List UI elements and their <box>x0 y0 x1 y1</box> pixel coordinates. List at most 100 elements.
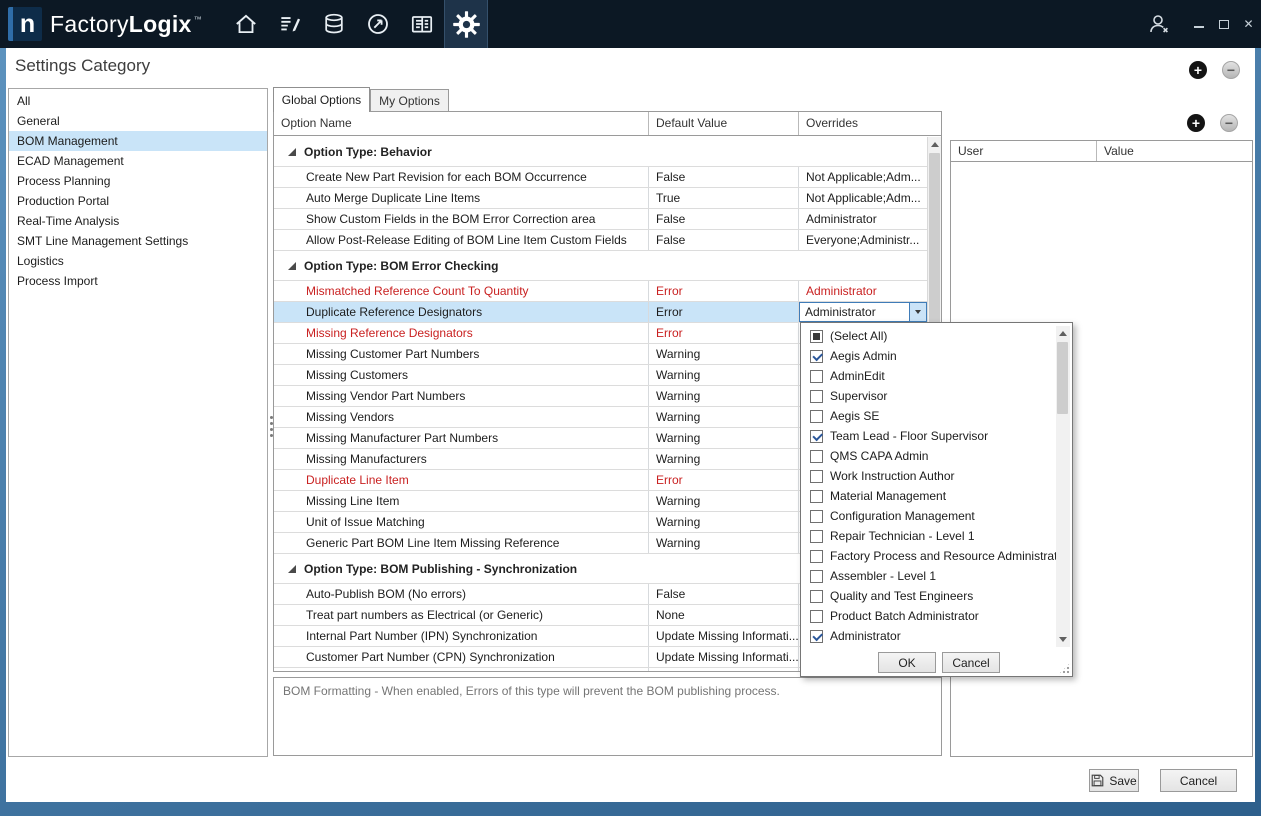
minimize-button[interactable] <box>1186 9 1211 39</box>
option-name-cell[interactable]: Missing Vendors <box>274 407 649 427</box>
dropdown-scrollbar[interactable] <box>1056 326 1070 647</box>
option-name-cell[interactable]: Generic Part BOM Line Item Missing Refer… <box>274 533 649 553</box>
option-name-cell[interactable]: Auto-Publish BOM (No errors) <box>274 584 649 604</box>
default-value-cell[interactable]: False <box>649 167 799 187</box>
checkbox-icon[interactable] <box>810 610 823 623</box>
checkbox-icon[interactable] <box>810 490 823 503</box>
option-row[interactable]: Create New Part Revision for each BOM Oc… <box>274 167 927 188</box>
column-header-default-value[interactable]: Default Value <box>649 112 799 135</box>
overrides-cell[interactable]: Everyone;Administr... <box>799 230 927 250</box>
default-value-cell[interactable]: Warning <box>649 491 799 511</box>
scroll-up-icon[interactable] <box>928 137 941 152</box>
collapse-triangle-icon[interactable] <box>288 148 296 156</box>
checkbox-icon[interactable] <box>810 590 823 603</box>
default-value-cell[interactable]: Warning <box>649 428 799 448</box>
right-panel-add-button[interactable]: + <box>1187 114 1205 132</box>
dropdown-item[interactable]: Work Instruction Author <box>801 466 1055 486</box>
default-value-cell[interactable]: Warning <box>649 533 799 553</box>
overrides-combobox[interactable]: Administrator <box>799 302 927 322</box>
overrides-cell[interactable]: Not Applicable;Adm... <box>799 188 927 208</box>
option-name-cell[interactable]: Missing Customer Part Numbers <box>274 344 649 364</box>
dropdown-item[interactable]: Assembler - Level 1 <box>801 566 1055 586</box>
checkbox-icon[interactable] <box>810 570 823 583</box>
default-value-cell[interactable]: False <box>649 584 799 604</box>
dropdown-item[interactable]: Administrator <box>801 626 1055 646</box>
sidebar-category-item[interactable]: ECAD Management <box>9 151 267 171</box>
option-name-cell[interactable]: Allow Post-Release Editing of BOM Line I… <box>274 230 649 250</box>
option-name-cell[interactable]: Mismatched Reference Count To Quantity <box>274 281 649 301</box>
sidebar-category-item[interactable]: Logistics <box>9 251 267 271</box>
default-value-cell[interactable]: True <box>649 188 799 208</box>
group-header-row[interactable]: Option Type: BOM Error Checking <box>274 251 927 281</box>
home-icon[interactable] <box>224 0 268 48</box>
collapse-triangle-icon[interactable] <box>288 262 296 270</box>
option-name-cell[interactable]: Vendor Part Number (VPN) Synchronization <box>274 668 649 671</box>
navigator-icon[interactable] <box>356 0 400 48</box>
remove-button[interactable]: − <box>1222 61 1240 79</box>
planning-icon[interactable] <box>268 0 312 48</box>
cancel-button[interactable]: Cancel <box>1160 769 1237 792</box>
checkbox-icon[interactable] <box>810 350 823 363</box>
option-name-cell[interactable]: Internal Part Number (IPN) Synchronizati… <box>274 626 649 646</box>
dropdown-item[interactable]: Team Lead - Floor Supervisor <box>801 426 1055 446</box>
column-header-value[interactable]: Value <box>1097 141 1252 161</box>
maximize-button[interactable] <box>1211 9 1236 39</box>
column-header-user[interactable]: User <box>951 141 1097 161</box>
option-row[interactable]: Duplicate Reference Designators Error Ad… <box>274 302 927 323</box>
dropdown-item[interactable]: Aegis Admin <box>801 346 1055 366</box>
collapse-triangle-icon[interactable] <box>288 565 296 573</box>
default-value-cell[interactable]: Update Missing Informati... <box>649 668 799 671</box>
sidebar-category-item[interactable]: SMT Line Management Settings <box>9 231 267 251</box>
sidebar-category-item[interactable]: Process Import <box>9 271 267 291</box>
dropdown-item[interactable]: Repair Technician - Level 1 <box>801 526 1055 546</box>
combo-dropdown-button[interactable] <box>909 303 926 321</box>
sidebar-category-item[interactable]: All <box>9 91 267 111</box>
dropdown-item[interactable]: Product Batch Administrator <box>801 606 1055 626</box>
dropdown-item[interactable]: (Select All) <box>801 326 1055 346</box>
dropdown-item[interactable]: AdminEdit <box>801 366 1055 386</box>
checkbox-icon[interactable] <box>810 390 823 403</box>
sidebar-category-item[interactable]: Production Portal <box>9 191 267 211</box>
option-name-cell[interactable]: Missing Customers <box>274 365 649 385</box>
option-name-cell[interactable]: Unit of Issue Matching <box>274 512 649 532</box>
default-value-cell[interactable]: Warning <box>649 365 799 385</box>
option-name-cell[interactable]: Customer Part Number (CPN) Synchronizati… <box>274 647 649 667</box>
option-row[interactable]: Show Custom Fields in the BOM Error Corr… <box>274 209 927 230</box>
checkbox-icon[interactable] <box>810 430 823 443</box>
tab-global-options[interactable]: Global Options <box>273 87 370 112</box>
overrides-cell[interactable]: Administrator <box>799 281 927 301</box>
dropdown-item[interactable]: QMS CAPA Admin <box>801 446 1055 466</box>
default-value-cell[interactable]: Warning <box>649 407 799 427</box>
default-value-cell[interactable]: Error <box>649 281 799 301</box>
option-name-cell[interactable]: Create New Part Revision for each BOM Oc… <box>274 167 649 187</box>
checkbox-icon[interactable] <box>810 530 823 543</box>
default-value-cell[interactable]: Update Missing Informati... <box>649 626 799 646</box>
option-row[interactable]: Mismatched Reference Count To Quantity E… <box>274 281 927 302</box>
user-logout-icon[interactable] <box>1140 9 1178 39</box>
default-value-cell[interactable]: None <box>649 605 799 625</box>
default-value-cell[interactable]: Warning <box>649 449 799 469</box>
overrides-cell[interactable]: Administrator <box>799 209 927 229</box>
dropdown-scrollbar-thumb[interactable] <box>1057 342 1068 414</box>
dropdown-item[interactable]: Quality and Test Engineers <box>801 586 1055 606</box>
option-name-cell[interactable]: Missing Vendor Part Numbers <box>274 386 649 406</box>
tab-my-options[interactable]: My Options <box>370 89 449 111</box>
column-header-option-name[interactable]: Option Name <box>274 112 649 135</box>
reports-icon[interactable] <box>400 0 444 48</box>
option-row[interactable]: Allow Post-Release Editing of BOM Line I… <box>274 230 927 251</box>
checkbox-icon[interactable] <box>810 470 823 483</box>
add-button[interactable]: + <box>1189 61 1207 79</box>
option-name-cell[interactable]: Treat part numbers as Electrical (or Gen… <box>274 605 649 625</box>
dropdown-item[interactable]: Configuration Management <box>801 506 1055 526</box>
option-name-cell[interactable]: Missing Line Item <box>274 491 649 511</box>
option-name-cell[interactable]: Missing Manufacturer Part Numbers <box>274 428 649 448</box>
column-header-overrides[interactable]: Overrides <box>799 112 927 135</box>
option-name-cell[interactable]: Auto Merge Duplicate Line Items <box>274 188 649 208</box>
dropdown-item[interactable]: Factory Process and Resource Administrat… <box>801 546 1055 566</box>
group-header-row[interactable]: Option Type: Behavior <box>274 137 927 167</box>
default-value-cell[interactable]: Error <box>649 323 799 343</box>
option-row[interactable]: Auto Merge Duplicate Line Items True Not… <box>274 188 927 209</box>
dropdown-item[interactable]: Material Management <box>801 486 1055 506</box>
dropdown-cancel-button[interactable]: Cancel <box>942 652 1000 673</box>
dropdown-scroll-down-icon[interactable] <box>1056 632 1069 647</box>
